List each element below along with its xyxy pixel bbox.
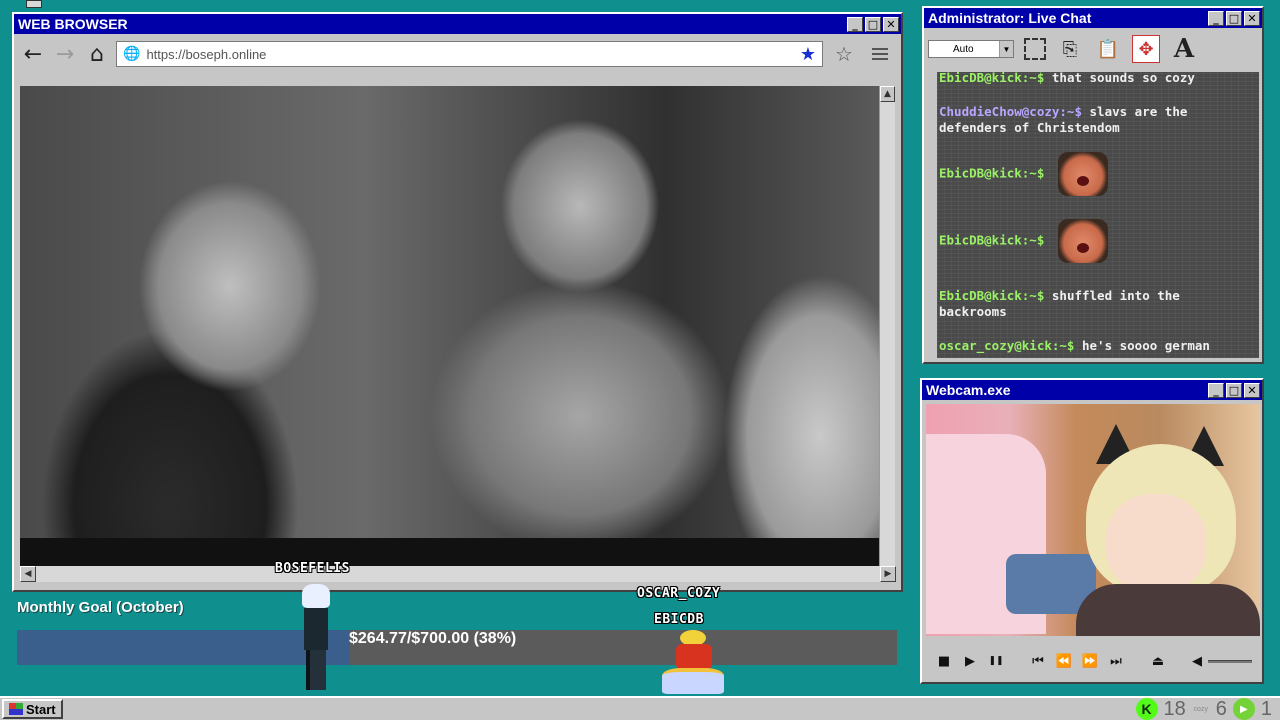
eject-icon[interactable]: ⏏ <box>1148 654 1168 669</box>
system-tray: K 18 cozy 6 ▶ 1 <box>1135 697 1272 720</box>
chevron-down-icon[interactable]: ▼ <box>999 41 1013 57</box>
paste-icon[interactable]: 📋 <box>1094 35 1122 63</box>
rumble-viewer-count: 1 <box>1260 697 1272 720</box>
chat-text: that sounds so cozy <box>1051 72 1195 85</box>
chat-text: he's soooo german <box>1082 338 1210 353</box>
desktop-icon[interactable] <box>26 0 42 8</box>
horizontal-scrollbar[interactable]: ◀ ▶ <box>20 566 896 582</box>
sprite-label: EBICDB <box>654 612 704 627</box>
move-icon[interactable]: ✥ <box>1132 35 1160 63</box>
browser-title: WEB BROWSER <box>18 16 128 32</box>
kick-logo-icon: K <box>1135 698 1158 720</box>
avatar-body <box>1076 584 1260 636</box>
start-button[interactable]: Start <box>2 699 63 719</box>
chat-message: EbicDB@kick:~$ shuffled into the backroo… <box>939 288 1255 320</box>
mode-select-value: Auto <box>953 43 974 55</box>
scroll-right-arrow-icon[interactable]: ▶ <box>880 566 896 582</box>
chat-message: EbicDB@kick:~$ that sounds so cozy <box>939 72 1255 86</box>
stop-icon[interactable]: ■ <box>934 654 954 669</box>
play-icon[interactable]: ▶ <box>960 654 980 669</box>
scroll-left-arrow-icon[interactable]: ◀ <box>20 566 36 582</box>
volume-control[interactable]: ◀ <box>1192 654 1252 669</box>
chat-title: Administrator: Live Chat <box>928 10 1092 26</box>
media-controls: ■ ▶ ❚❚ ⏮ ⏪ ⏩ ⏭ ⏏ ◀ <box>926 642 1260 680</box>
chat-username: EbicDB@kick:~$ <box>939 232 1045 248</box>
chat-username: ChuddieChow@cozy:~$ <box>939 104 1082 119</box>
webcam-feed <box>926 404 1260 636</box>
windows-logo-icon <box>9 703 23 715</box>
close-button[interactable]: ✕ <box>1244 382 1260 398</box>
url-text[interactable]: https://boseph.online <box>146 47 793 62</box>
kick-viewer-count: 18 <box>1163 697 1186 720</box>
emote-image <box>1057 219 1108 263</box>
volume-slider[interactable] <box>1208 659 1252 663</box>
font-icon[interactable]: A <box>1170 34 1198 64</box>
video-viewport[interactable] <box>20 86 880 566</box>
browser-window: WEB BROWSER _ □ ✕ ← → ⌂ 🌐 https://boseph… <box>12 12 903 592</box>
next-icon[interactable]: ⏭ <box>1106 654 1126 669</box>
video-frame <box>20 86 880 538</box>
rumble-logo-icon: ▶ <box>1232 698 1255 720</box>
minimize-button[interactable]: _ <box>1208 382 1224 398</box>
hamburger-menu-icon[interactable] <box>865 48 895 60</box>
chat-message: ChuddieChow@cozy:~$ slavs are the defend… <box>939 104 1255 136</box>
bookmark-star-icon[interactable]: ☆ <box>829 42 859 66</box>
chat-log[interactable]: EbicDB@kick:~$ that sounds so cozy Chudd… <box>937 72 1259 358</box>
browser-toolbar: ← → ⌂ 🌐 https://boseph.online ★ ☆ <box>14 34 901 74</box>
chat-window: Administrator: Live Chat _ □ ✕ Auto ▼ ⎘ … <box>922 6 1264 364</box>
chat-toolbar: Auto ▼ ⎘ 📋 ✥ A <box>924 28 1262 70</box>
sprite-label: OSCAR_COZY <box>637 586 721 601</box>
select-tool-icon[interactable] <box>1024 38 1046 60</box>
maximize-button[interactable]: □ <box>1226 382 1242 398</box>
webcam-window: Webcam.exe _ □ ✕ ■ ▶ ❚❚ ⏮ ⏪ ⏩ ⏭ ⏏ ◀ <box>920 378 1264 684</box>
maximize-button[interactable]: □ <box>865 16 881 32</box>
viewer-sprite <box>658 630 728 694</box>
chat-titlebar[interactable]: Administrator: Live Chat _ □ ✕ <box>924 8 1262 28</box>
emote-image <box>1057 152 1108 196</box>
vertical-scrollbar[interactable]: ▲ <box>879 86 895 566</box>
pause-icon[interactable]: ❚❚ <box>986 656 1006 666</box>
fast-forward-icon[interactable]: ⏩ <box>1080 654 1100 669</box>
avatar-face <box>1106 494 1206 594</box>
globe-icon: 🌐 <box>123 46 141 62</box>
forward-arrow-icon[interactable]: → <box>52 41 78 67</box>
webcam-title: Webcam.exe <box>926 382 1011 398</box>
browser-titlebar[interactable]: WEB BROWSER _ □ ✕ <box>14 14 901 34</box>
scroll-up-arrow-icon[interactable]: ▲ <box>880 86 895 102</box>
webcam-titlebar[interactable]: Webcam.exe _ □ ✕ <box>922 380 1262 400</box>
minimize-button[interactable]: _ <box>847 16 863 32</box>
cozy-logo-icon: cozy <box>1193 705 1208 713</box>
close-button[interactable]: ✕ <box>883 16 899 32</box>
cozy-viewer-count: 6 <box>1215 697 1227 720</box>
chat-message: oscar_cozy@kick:~$ he's soooo german <box>939 338 1255 354</box>
close-button[interactable]: ✕ <box>1244 10 1260 26</box>
rewind-icon[interactable]: ⏪ <box>1054 654 1074 669</box>
chat-message: EbicDB@kick:~$ <box>939 219 1255 263</box>
sprite-label: BOSEFELIS <box>275 561 350 576</box>
address-bar[interactable]: 🌐 https://boseph.online ★ <box>116 41 823 67</box>
viewer-sprite <box>296 584 336 694</box>
taskbar: Start K 18 cozy 6 ▶ 1 <box>0 696 1280 720</box>
video-letterbox <box>20 538 880 566</box>
chat-username: EbicDB@kick:~$ <box>939 165 1045 181</box>
maximize-button[interactable]: □ <box>1226 10 1242 26</box>
chat-message: EbicDB@kick:~$ <box>939 152 1255 196</box>
chat-username: EbicDB@kick:~$ <box>939 288 1045 303</box>
goal-progress-text: $264.77/$700.00 (38%) <box>349 630 517 647</box>
chat-username: EbicDB@kick:~$ <box>939 72 1045 85</box>
bookmarked-star-icon[interactable]: ★ <box>800 44 816 65</box>
back-arrow-icon[interactable]: ← <box>20 41 46 67</box>
previous-icon[interactable]: ⏮ <box>1028 654 1048 669</box>
chat-username: oscar_cozy@kick:~$ <box>939 338 1075 353</box>
start-label: Start <box>26 701 56 717</box>
home-icon[interactable]: ⌂ <box>84 41 110 67</box>
copy-icon[interactable]: ⎘ <box>1056 35 1084 63</box>
mode-select[interactable]: Auto ▼ <box>928 40 1014 58</box>
minimize-button[interactable]: _ <box>1208 10 1224 26</box>
goal-title: Monthly Goal (October) <box>17 599 184 616</box>
volume-icon[interactable]: ◀ <box>1192 654 1202 669</box>
